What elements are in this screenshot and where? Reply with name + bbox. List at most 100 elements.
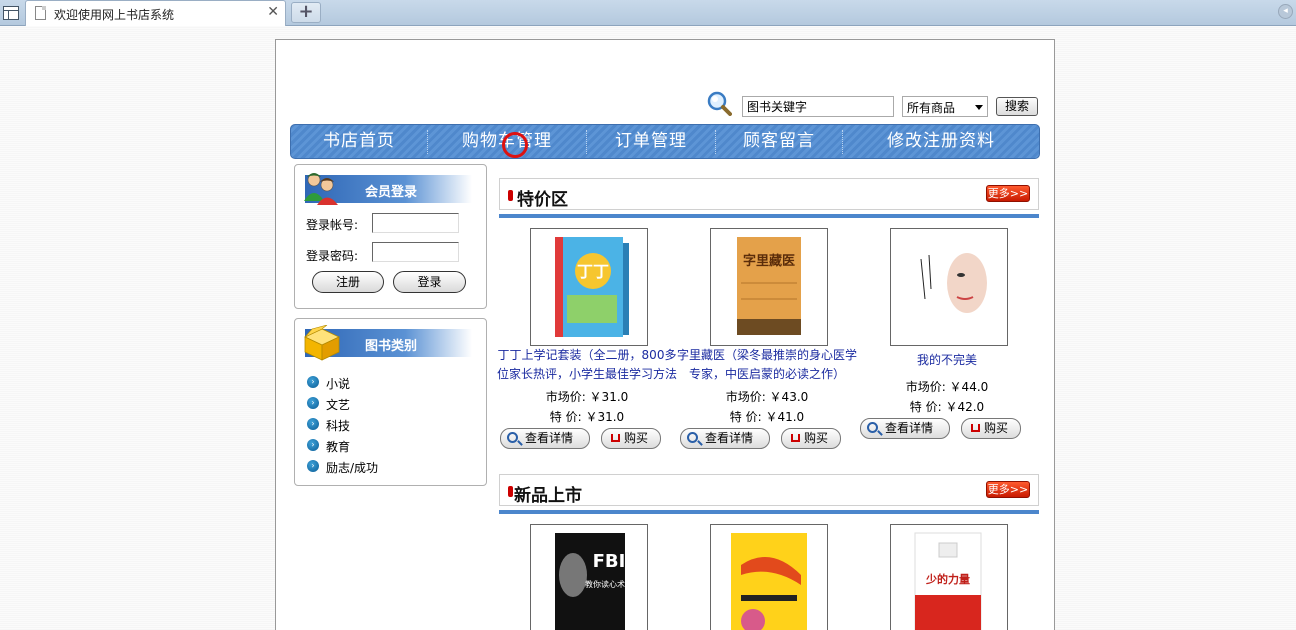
arrow-right-icon: › <box>307 459 319 472</box>
buy-button[interactable]: 购买 <box>601 428 661 449</box>
product-name-line: 位家长热评，小学生最佳学习方法 <box>497 367 678 381</box>
book-cover-image: 少的力量 <box>914 532 982 630</box>
market-price: 市场价: ￥31.0 <box>545 390 629 404</box>
book-cover-image: FBI 教你读心术 <box>555 533 626 630</box>
button-label: 购买 <box>804 431 829 445</box>
new-arrivals-more-button[interactable]: 更多>> <box>986 481 1030 498</box>
category-panel: 图书类别 › 小说 › 文艺 › 科技 › 教育 › 励志/成功 <box>294 318 487 486</box>
login-title: 会员登录 <box>365 185 418 200</box>
product-image[interactable]: 丁丁 <box>530 228 648 346</box>
search-icon <box>867 422 878 433</box>
search-input[interactable] <box>742 96 894 117</box>
members-icon <box>304 173 338 205</box>
browser-tab[interactable]: 欢迎使用网上书店系统 ✕ <box>25 0 286 26</box>
book-cover-image: 字里藏医 <box>737 237 801 335</box>
category-label: 文艺 <box>326 398 351 412</box>
category-label: 教育 <box>326 440 351 454</box>
arrow-right-icon: › <box>307 438 319 451</box>
product-name[interactable]: 我的不完美 <box>857 351 1037 370</box>
category-label: 小说 <box>326 377 351 391</box>
login-panel: 会员登录 登录帐号: 登录密码: 注册 登录 <box>294 164 487 309</box>
product-image[interactable]: 字里藏医 <box>710 228 828 346</box>
nav-home[interactable]: 书店首页 <box>291 125 427 158</box>
tab-scroll-icon[interactable]: ◂ <box>1278 4 1293 19</box>
svg-text:FBI: FBI <box>593 551 626 572</box>
svg-text:丁丁: 丁丁 <box>577 262 609 281</box>
book-cover-image <box>731 533 807 630</box>
click-indicator <box>502 132 528 158</box>
category-label: 励志/成功 <box>326 461 379 475</box>
book-box-icon <box>304 325 340 361</box>
section-bullet-icon <box>508 486 513 497</box>
category-item[interactable]: › 励志/成功 <box>307 459 378 477</box>
browser-tab-strip: 欢迎使用网上书店系统 ✕ + ◂ <box>0 0 1296 26</box>
svg-text:字里藏医: 字里藏医 <box>743 253 795 269</box>
product-image[interactable] <box>890 228 1008 346</box>
special-price: 特 价: ￥41.0 <box>729 410 805 424</box>
password-input[interactable] <box>372 242 459 262</box>
category-item[interactable]: › 科技 <box>307 417 350 435</box>
window-icon <box>3 5 19 20</box>
product-name[interactable]: 字里藏医（梁冬最推崇的身心医学 专家，中医启蒙的必读之作） <box>677 346 857 384</box>
button-label: 购买 <box>984 421 1009 435</box>
specials-more-button[interactable]: 更多>> <box>986 185 1030 202</box>
nav-messages[interactable]: 顾客留言 <box>716 125 842 158</box>
chevron-down-icon <box>975 105 983 110</box>
nav-orders[interactable]: 订单管理 <box>587 125 715 158</box>
product-image[interactable]: 少的力量 <box>890 524 1008 630</box>
category-select[interactable]: 所有商品 <box>902 96 988 117</box>
magnifier-icon <box>707 91 732 116</box>
arrow-right-icon: › <box>307 375 319 388</box>
view-details-button[interactable]: 查看详情 <box>860 418 950 439</box>
new-tab-button[interactable]: + <box>291 2 321 23</box>
arrow-right-icon: › <box>307 396 319 409</box>
product-name-line: 丁丁上学记套装（全二册，800多 <box>497 348 677 362</box>
category-item[interactable]: › 教育 <box>307 438 350 456</box>
account-input[interactable] <box>372 213 459 233</box>
product-image[interactable] <box>710 524 828 630</box>
tab-title: 欢迎使用网上书店系统 <box>54 8 175 22</box>
specials-header: 特价区 更多>> <box>499 178 1039 210</box>
main-nav: 书店首页 购物车管理 订单管理 顾客留言 修改注册资料 <box>290 124 1040 159</box>
cart-icon <box>791 434 800 442</box>
login-button[interactable]: 登录 <box>393 271 466 293</box>
buy-button[interactable]: 购买 <box>781 428 841 449</box>
button-label: 查看详情 <box>525 431 574 445</box>
button-label: 查看详情 <box>705 431 754 445</box>
product-name-line: 专家，中医启蒙的必读之作） <box>688 367 845 381</box>
product-name-line: 字里藏医（梁冬最推崇的身心医学 <box>677 348 858 362</box>
section-divider <box>499 214 1039 218</box>
register-button[interactable]: 注册 <box>312 271 384 293</box>
category-select-value: 所有商品 <box>907 101 956 115</box>
account-label: 登录帐号: <box>306 218 359 232</box>
button-label: 购买 <box>624 431 649 445</box>
buy-button[interactable]: 购买 <box>961 418 1021 439</box>
close-tab-icon[interactable]: ✕ <box>267 4 279 20</box>
arrow-right-icon: › <box>307 417 319 430</box>
new-arrivals-title: 新品上市 <box>514 486 582 506</box>
bookstore-page: 所有商品 搜索 书店首页 购物车管理 订单管理 顾客留言 修改注册资料 会员登录… <box>275 39 1055 630</box>
svg-text:少的力量: 少的力量 <box>925 572 970 586</box>
page-icon <box>35 6 46 20</box>
view-details-button[interactable]: 查看详情 <box>680 428 770 449</box>
book-cover-image <box>891 229 1007 345</box>
category-item[interactable]: › 小说 <box>307 375 350 393</box>
category-item[interactable]: › 文艺 <box>307 396 350 414</box>
category-title: 图书类别 <box>365 339 418 354</box>
svg-text:教你读心术: 教你读心术 <box>585 579 625 589</box>
specials-title: 特价区 <box>517 190 568 210</box>
section-divider <box>499 510 1039 514</box>
search-icon <box>687 432 698 443</box>
special-price: 特 价: ￥31.0 <box>549 410 625 424</box>
view-details-button[interactable]: 查看详情 <box>500 428 590 449</box>
cart-icon <box>611 434 620 442</box>
section-bullet-icon <box>508 190 513 201</box>
password-label: 登录密码: <box>306 249 359 263</box>
button-label: 查看详情 <box>885 421 934 435</box>
search-button[interactable]: 搜索 <box>996 97 1038 116</box>
nav-edit-profile[interactable]: 修改注册资料 <box>843 125 1039 158</box>
product-name[interactable]: 丁丁上学记套装（全二册，800多 位家长热评，小学生最佳学习方法 <box>497 346 677 384</box>
special-price: 特 价: ￥42.0 <box>909 400 985 414</box>
product-image[interactable]: FBI 教你读心术 <box>530 524 648 630</box>
browser-menu-button[interactable] <box>0 0 22 25</box>
